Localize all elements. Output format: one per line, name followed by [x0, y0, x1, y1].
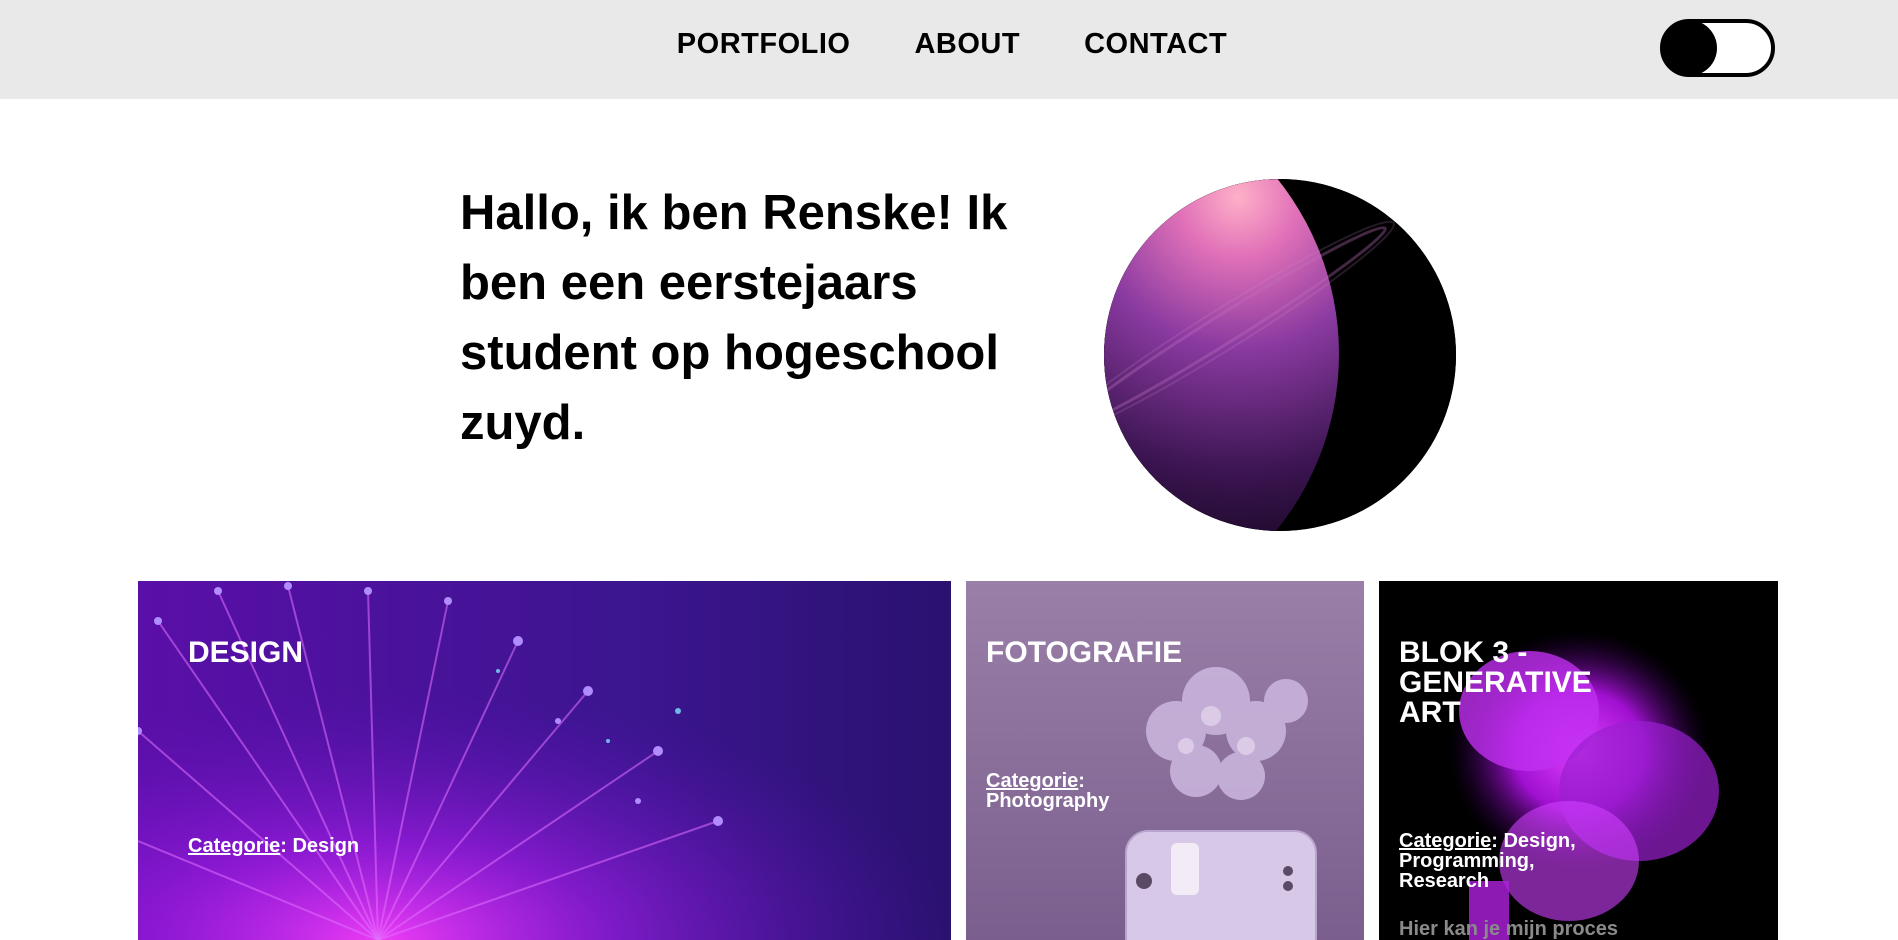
hero-intro-text: Hallo, ik ben Renske! Ik ben een eerstej…: [460, 186, 1008, 450]
category-label: Categorie: [986, 770, 1079, 792]
generative-art-card-category: Categorie: Design, Programming, Research: [1399, 831, 1619, 891]
nav-link-contact[interactable]: CONTACT: [1084, 28, 1227, 61]
design-card-background: [138, 581, 951, 940]
main-nav: PORTFOLIO ABOUT CONTACT: [0, 0, 1898, 88]
project-card-generative-art[interactable]: BLOK 3 - GENERATIVE ART Categorie: Desig…: [1379, 581, 1778, 940]
nav-link-about[interactable]: ABOUT: [914, 28, 1020, 61]
category-label: Categorie: [1399, 830, 1492, 852]
design-card-category: Categorie: Design: [188, 836, 359, 856]
top-navbar: PORTFOLIO ABOUT CONTACT: [0, 0, 1898, 99]
fotografie-card-title: FOTOGRAFIE: [986, 636, 1183, 669]
hero-planet-image: [1104, 179, 1456, 531]
design-card-title: DESIGN: [188, 636, 304, 669]
nav-link-portfolio[interactable]: PORTFOLIO: [677, 28, 851, 61]
theme-toggle[interactable]: [1660, 19, 1775, 77]
project-card-fotografie[interactable]: FOTOGRAFIE Categorie: Photography: [966, 581, 1364, 940]
project-card-design[interactable]: DESIGN Categorie: Design: [138, 581, 951, 940]
category-label: Categorie: [188, 835, 281, 857]
generative-art-card-description: Hier kan je mijn proces: [1399, 918, 1618, 940]
fotografie-card-background: [966, 581, 1364, 940]
toggle-switch-icon: [1661, 20, 1717, 76]
category-value: : Design: [280, 835, 360, 857]
fotografie-card-category: Categorie: Photography: [986, 771, 1186, 811]
planet-illustration: [1104, 179, 1456, 531]
generative-art-card-title: BLOK 3 - GENERATIVE ART: [1399, 636, 1592, 729]
